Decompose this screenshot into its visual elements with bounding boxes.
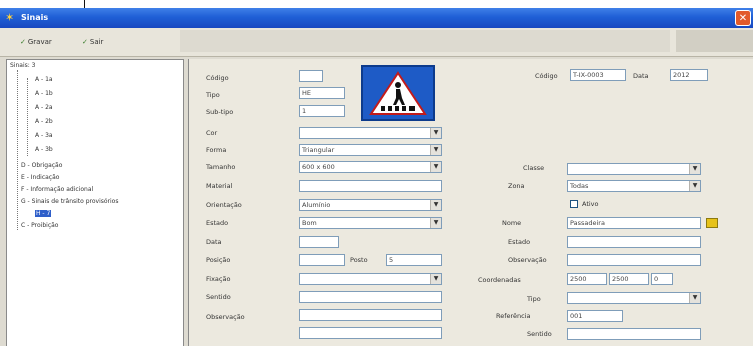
sign-date-input[interactable]: 2012 [670, 69, 708, 81]
date-input[interactable] [299, 236, 339, 248]
code-input[interactable] [299, 70, 323, 82]
coord-x-input[interactable]: 2500 [567, 273, 607, 285]
state-input[interactable] [567, 236, 701, 248]
field-label: Data [633, 72, 649, 80]
class-select[interactable]: ▼ [567, 163, 701, 175]
save-icon: ✓ [20, 38, 26, 46]
toolbar-spacer-right [676, 30, 753, 52]
tree-node[interactable]: A - 2a [35, 104, 53, 112]
region-select[interactable]: Todas ▼ [567, 180, 701, 192]
field-label: Código [206, 74, 229, 82]
folder-icon[interactable] [706, 218, 718, 228]
type-input[interactable]: HE [299, 87, 345, 99]
field-label: Data [206, 238, 222, 246]
tree-node[interactable]: A - 1a [35, 76, 53, 84]
active-checkbox[interactable] [570, 200, 578, 208]
post-input[interactable]: 5 [386, 254, 442, 266]
field-label: Observação [206, 313, 245, 321]
observation-input[interactable] [299, 309, 442, 321]
field-label: Posto [350, 256, 368, 264]
tree-node[interactable]: A - 2b [35, 118, 53, 126]
reference-input[interactable]: 001 [567, 310, 623, 322]
fixation-select[interactable]: ▼ [299, 273, 442, 285]
field-label: Coordenadas [478, 276, 521, 284]
checkbox-label: Ativo [582, 200, 599, 208]
field-label: Estado [206, 219, 229, 227]
field-label: Sub-tipo [206, 108, 234, 116]
tree-node[interactable]: A - 3b [35, 146, 53, 154]
field-label: Forma [206, 146, 227, 154]
sign-id-input[interactable]: T-IX-0003 [570, 69, 626, 81]
field-label: Observação [508, 256, 547, 264]
chevron-down-icon[interactable]: ▼ [430, 162, 441, 172]
close-button[interactable]: ✕ [735, 10, 751, 26]
field-label: Tamanho [206, 163, 236, 171]
chevron-down-icon[interactable]: ▼ [689, 181, 700, 191]
type2-select[interactable]: ▼ [567, 292, 701, 304]
app-window: ✶ Sinais ✕ ✓ Gravar ✓ Sair Sinais: 3 A - 1… [0, 8, 753, 346]
material-input[interactable] [299, 180, 442, 192]
exit-icon: ✓ [82, 38, 88, 46]
field-label: Tipo [527, 295, 541, 303]
chevron-down-icon[interactable]: ▼ [689, 293, 700, 303]
tree-root[interactable]: Sinais: 3 [10, 62, 36, 70]
observation2-input[interactable] [567, 254, 701, 266]
toolbar-spacer [180, 30, 670, 52]
field-label: Fixação [206, 275, 231, 283]
name-input[interactable]: Passadeira [567, 217, 701, 229]
direction-input[interactable] [299, 291, 442, 303]
tree-node[interactable]: A - 3a [35, 132, 53, 140]
direction2-input[interactable] [567, 328, 701, 340]
field-label: Cor [206, 129, 218, 137]
orientation-select[interactable]: Alumínio ▼ [299, 199, 442, 211]
subtype-input[interactable]: 1 [299, 105, 345, 117]
color-select[interactable]: ▼ [299, 127, 442, 139]
pedestrian-crossing-sign-image [361, 65, 435, 121]
chevron-down-icon[interactable]: ▼ [430, 145, 441, 155]
field-label: Referência [496, 312, 531, 320]
tree-node[interactable]: A - 1b [35, 90, 53, 98]
field-label: Tipo [206, 91, 220, 99]
chevron-down-icon[interactable]: ▼ [689, 164, 700, 174]
field-label: Sentido [527, 330, 552, 338]
field-label: Estado [508, 238, 531, 246]
tree-node-selected[interactable]: H - 7 [35, 210, 52, 218]
chevron-down-icon[interactable]: ▼ [430, 218, 441, 228]
tree-node[interactable]: D - Obrigação [21, 162, 62, 170]
field-label: Sentido [206, 293, 231, 301]
field-label: Nome [502, 219, 522, 227]
state-select[interactable]: Bom ▼ [299, 217, 442, 229]
field-label: Orientação [206, 201, 242, 209]
toolbar: ✓ Gravar ✓ Sair [0, 28, 753, 57]
chevron-down-icon[interactable]: ▼ [430, 274, 441, 284]
extra-input[interactable] [299, 327, 442, 339]
exit-button[interactable]: ✓ Sair [82, 35, 103, 49]
coord-z-input[interactable]: 0 [651, 273, 673, 285]
position-input[interactable] [299, 254, 345, 266]
field-label: Material [206, 182, 233, 190]
field-label: Zona [508, 182, 525, 190]
tree-node[interactable]: G - Sinais de trânsito provisórios [21, 198, 118, 206]
title-bar: ✶ Sinais ✕ [0, 8, 753, 28]
cursor-line [84, 0, 85, 8]
field-label: Classe [523, 164, 545, 172]
size-select[interactable]: 600 x 600 ▼ [299, 161, 442, 173]
chevron-down-icon[interactable]: ▼ [430, 200, 441, 210]
field-label: Posição [206, 256, 231, 264]
tree-node[interactable]: F - Informação adicional [21, 186, 93, 194]
tree-node[interactable]: E - Indicação [21, 174, 59, 182]
save-button[interactable]: ✓ Gravar [20, 35, 52, 49]
tree-node[interactable]: C - Proibição [21, 222, 58, 230]
signs-tree[interactable]: Sinais: 3 A - 1a A - 1b A - 2a A - 2b A … [6, 59, 184, 346]
field-label: Código [535, 72, 558, 80]
shape-select[interactable]: Triangular ▼ [299, 144, 442, 156]
chevron-down-icon[interactable]: ▼ [430, 128, 441, 138]
app-icon: ✶ [5, 11, 15, 24]
window-title: Sinais [21, 13, 49, 22]
coord-y-input[interactable]: 2500 [609, 273, 649, 285]
